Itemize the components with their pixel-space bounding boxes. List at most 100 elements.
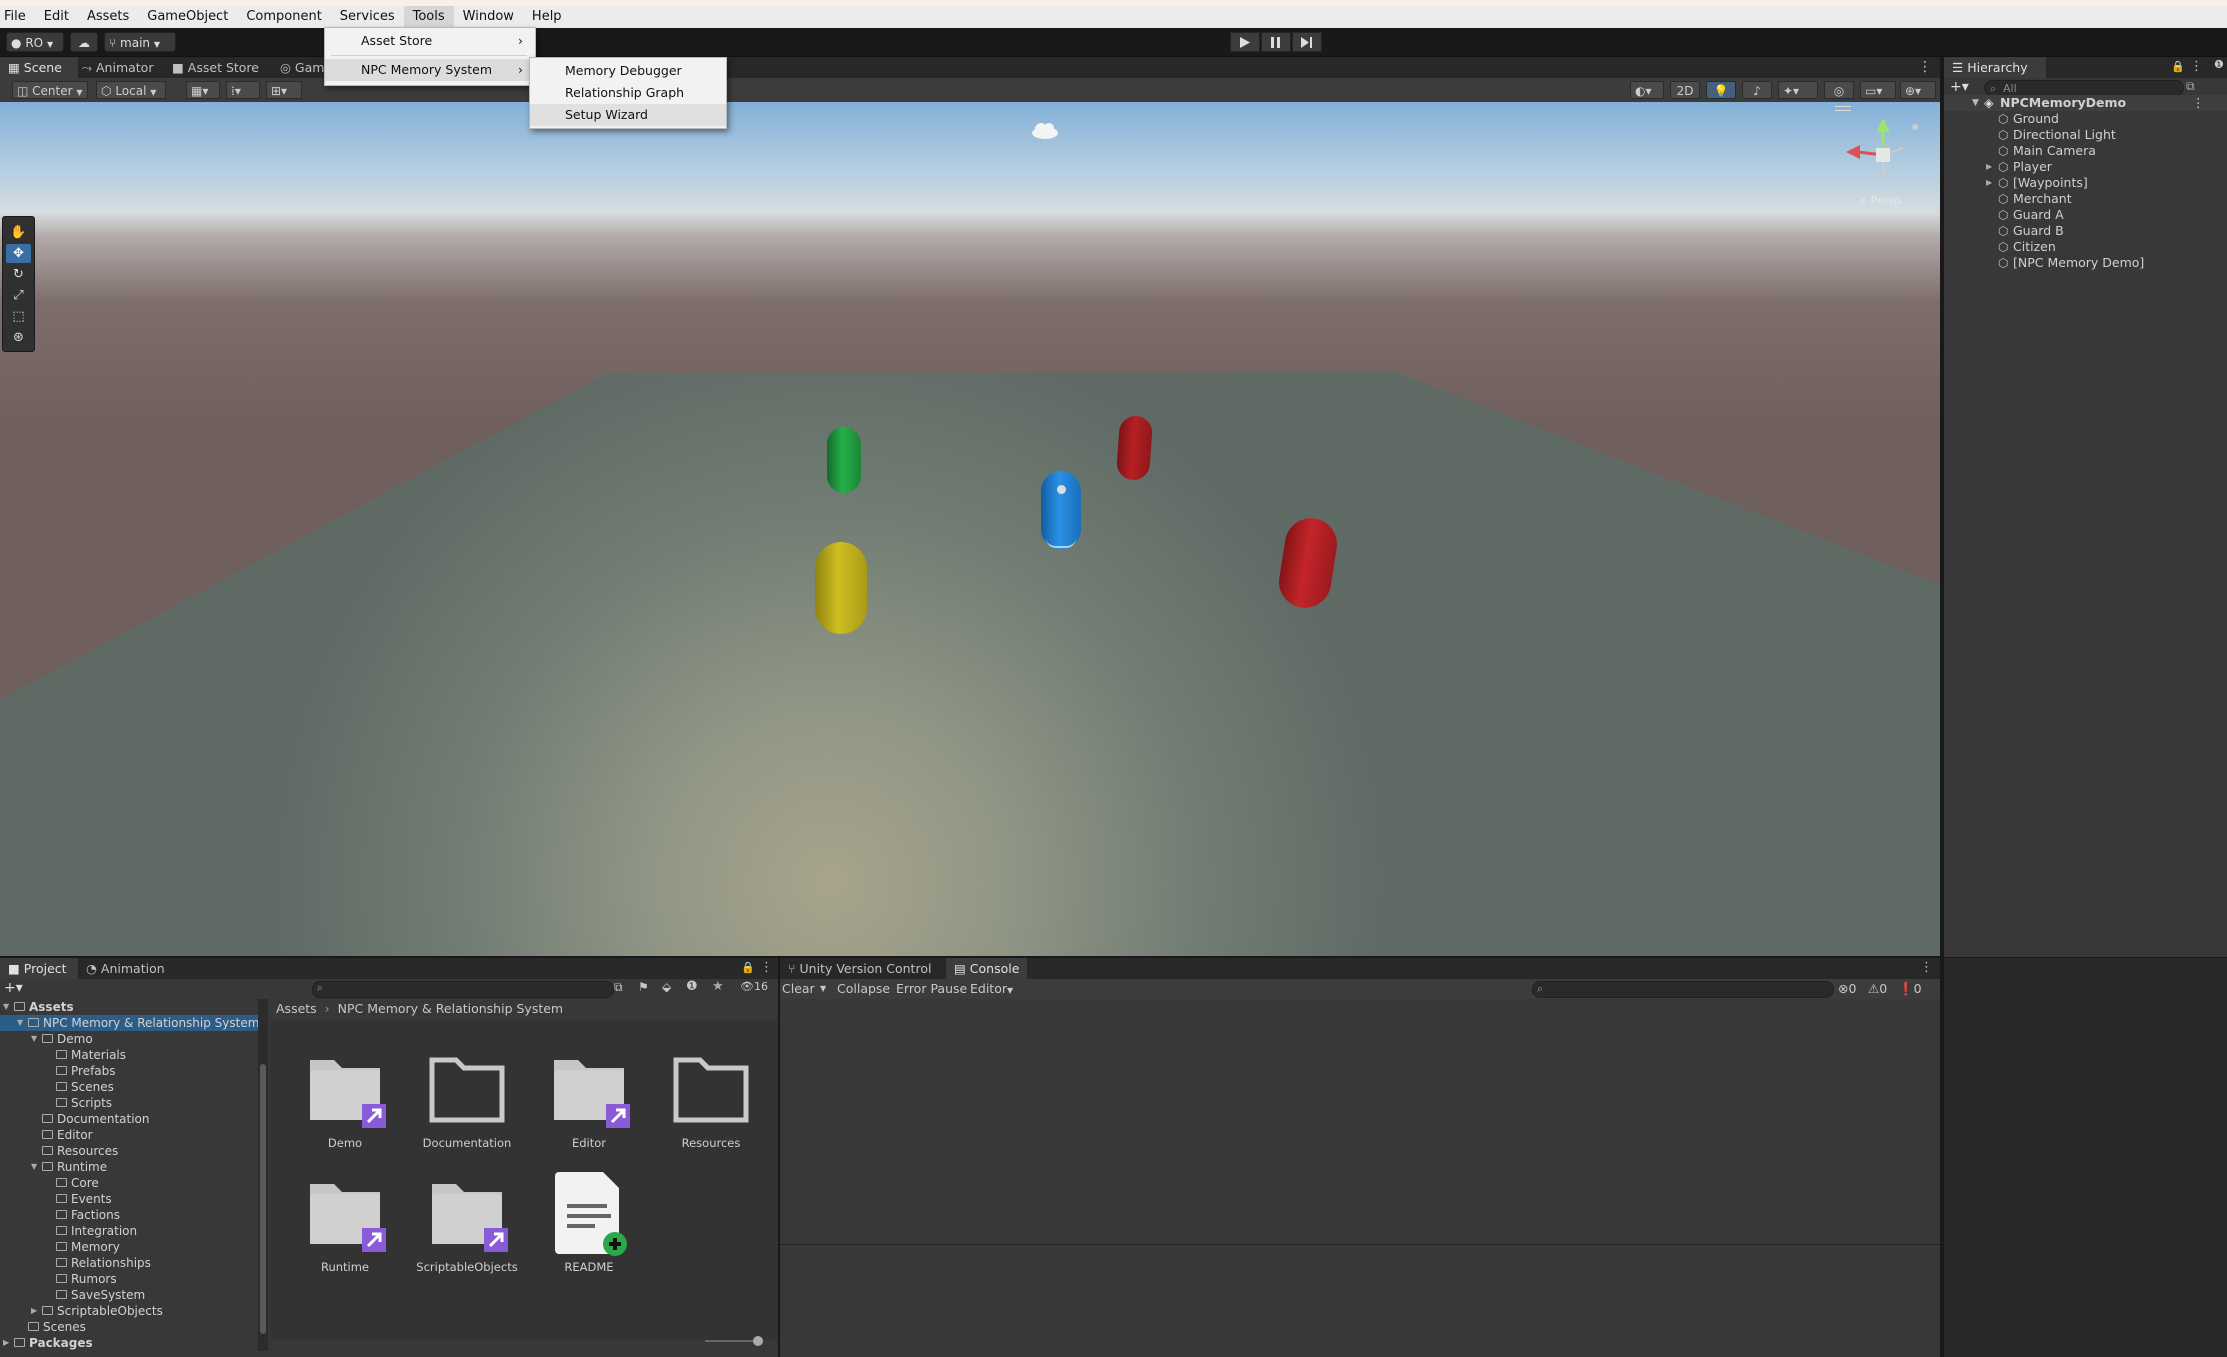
account-button[interactable]: ● RO ▼ [6,32,64,52]
npc-capsule-red-far[interactable] [1115,414,1154,482]
space-dropdown[interactable]: ⬡ Local ▼ [96,81,166,99]
collapse-arrow-icon[interactable]: ▶ [31,1303,37,1319]
zoom-slider-thumb[interactable] [753,1336,763,1346]
clear-options-chevron-icon[interactable]: ▼ [820,979,826,999]
lock-icon[interactable]: 🔒 [2171,60,2185,73]
lock-icon[interactable]: 🔒 [741,961,755,974]
hierarchy-item[interactable]: ▶ ⬡ Player [1944,159,2227,175]
pause-button[interactable] [1261,32,1291,52]
menu-services[interactable]: Services [331,6,404,28]
tab-animation[interactable]: ◔ Animation [78,958,173,979]
folder-asset[interactable]: Resources [656,1046,766,1156]
create-button[interactable]: +▾ [4,980,23,996]
tree-item[interactable]: Integration [0,1223,258,1239]
menu-edit[interactable]: Edit [35,6,78,28]
hierarchy-item[interactable]: ⬡ Citizen [1944,239,2227,255]
npc-capsule-green[interactable] [827,427,861,493]
grid-visibility-button[interactable]: ⁞▾ [226,81,260,99]
scene-root-row[interactable]: ▼ ◈ NPCMemoryDemo ⋮ [1944,95,2227,111]
expand-arrow-icon[interactable]: ▶ [1986,175,1992,191]
orientation-gizmo[interactable] [1838,110,1928,190]
pivot-dropdown[interactable]: ◫ Center ▼ [12,81,88,99]
more-menu-icon[interactable]: ⋮ [1918,59,1932,75]
log-type-icon[interactable]: ❶ [686,979,698,994]
move-handle-icon[interactable] [1046,534,1076,548]
gizmo-drag-handle[interactable] [1835,106,1851,111]
move-tool-button[interactable]: ✥ [6,244,31,263]
more-menu-icon[interactable]: ⋮ [1920,960,1933,975]
tree-item[interactable]: Materials [0,1047,258,1063]
hierarchy-item[interactable]: ⬡ [NPC Memory Demo] [1944,255,2227,271]
menu-item-memory-debugger[interactable]: Memory Debugger [530,60,726,82]
menu-item-setup-wizard[interactable]: Setup Wizard [530,104,726,126]
tree-item[interactable]: ▼ Runtime [0,1159,258,1175]
tree-item[interactable]: Rumors [0,1271,258,1287]
menu-assets[interactable]: Assets [78,6,138,28]
hierarchy-item[interactable]: ⬡ Merchant [1944,191,2227,207]
search-by-type-icon[interactable]: ⧉ [614,980,623,995]
tree-item[interactable]: Resources [0,1143,258,1159]
play-button[interactable] [1230,32,1260,52]
tree-item[interactable]: SaveSystem [0,1287,258,1303]
tree-item[interactable]: Scripts [0,1095,258,1111]
more-menu-icon[interactable]: ⋮ [2192,95,2205,111]
scale-tool-button[interactable]: ⤢ [6,286,31,305]
breadcrumb-current[interactable]: NPC Memory & Relationship System [338,1001,563,1016]
tree-item[interactable]: Editor [0,1127,258,1143]
filter-label-icon[interactable]: ⚑ [638,980,649,994]
tree-item[interactable]: ▼ NPC Memory & Relationship System [0,1015,259,1031]
tree-item[interactable]: Relationships [0,1255,258,1271]
hierarchy-item[interactable]: ⬡ Guard A [1944,207,2227,223]
error-count-toggle[interactable]: ⊗0 [1838,979,1856,999]
expand-arrow-icon[interactable]: ▼ [1972,95,1979,111]
tree-item[interactable]: ▼ Assets [0,999,258,1015]
menu-component[interactable]: Component [237,6,330,28]
console-log-list[interactable] [780,999,1940,1239]
menu-item-npc-memory-system[interactable]: NPC Memory System › [325,59,535,81]
expand-arrow-icon[interactable]: ▼ [31,1031,37,1047]
camera-dropdown[interactable]: ▭▾ [1860,81,1896,99]
scene-visibility-toggle[interactable]: ◎ [1824,81,1854,99]
error-pause-button[interactable]: Error Pause [896,979,967,999]
tree-item[interactable]: Prefabs [0,1063,258,1079]
menu-file[interactable]: File [0,6,35,28]
hand-tool-button[interactable]: ✋ [6,223,31,242]
folder-asset[interactable]: Documentation [412,1046,522,1156]
tab-animator[interactable]: ⤳ Animator [74,57,161,78]
tree-item[interactable]: Memory [0,1239,258,1255]
effects-dropdown[interactable]: ✦▾ [1778,81,1818,99]
tab-hierarchy[interactable]: ☰ Hierarchy [1944,57,2046,78]
rotate-tool-button[interactable]: ↻ [6,265,31,284]
tab-asset-store[interactable]: ■ Asset Store [164,57,267,78]
tree-item[interactable]: ▶ Packages [0,1335,258,1351]
folder-asset[interactable]: Runtime [290,1170,400,1280]
menu-item-relationship-graph[interactable]: Relationship Graph [530,82,726,104]
lighting-toggle[interactable]: 💡 [1706,81,1736,99]
create-button[interactable]: +▾ [1950,79,1969,95]
menu-window[interactable]: Window [454,6,523,28]
tab-console[interactable]: ▤ Console [946,958,1028,979]
transform-tool-button[interactable]: ⊛ [6,328,31,347]
console-search-input[interactable]: ⌕ [1532,981,1834,998]
tree-item[interactable]: Documentation [0,1111,258,1127]
zoom-slider[interactable] [705,1336,763,1346]
hidden-packages-toggle[interactable]: 👁16 [740,980,768,993]
tree-item[interactable]: Scenes [0,1319,258,1335]
scene-options-icon[interactable]: ⧉ [2186,79,2195,94]
step-button[interactable] [1292,32,1322,52]
folder-asset[interactable]: Demo [290,1046,400,1156]
tree-item[interactable]: Scenes [0,1079,258,1095]
tree-scrollbar[interactable] [258,999,268,1351]
hierarchy-item[interactable]: ⬡ Directional Light [1944,127,2227,143]
rect-tool-button[interactable]: ⬚ [6,307,31,326]
tree-scrollbar-thumb[interactable] [260,1064,266,1334]
expand-arrow-icon[interactable]: ▼ [3,999,9,1015]
readme-asset[interactable]: README [534,1170,644,1280]
info-count-toggle[interactable]: ❗0 [1898,979,1922,999]
tree-item[interactable]: Events [0,1191,258,1207]
expand-arrow-icon[interactable]: ▼ [17,1015,23,1031]
inspector-icon[interactable]: ❶ [2214,58,2224,71]
menu-tools[interactable]: Tools [403,6,454,28]
tab-version-control[interactable]: ⑂ Unity Version Control [780,958,939,979]
tree-item[interactable]: ▶ ScriptableObjects [0,1303,258,1319]
